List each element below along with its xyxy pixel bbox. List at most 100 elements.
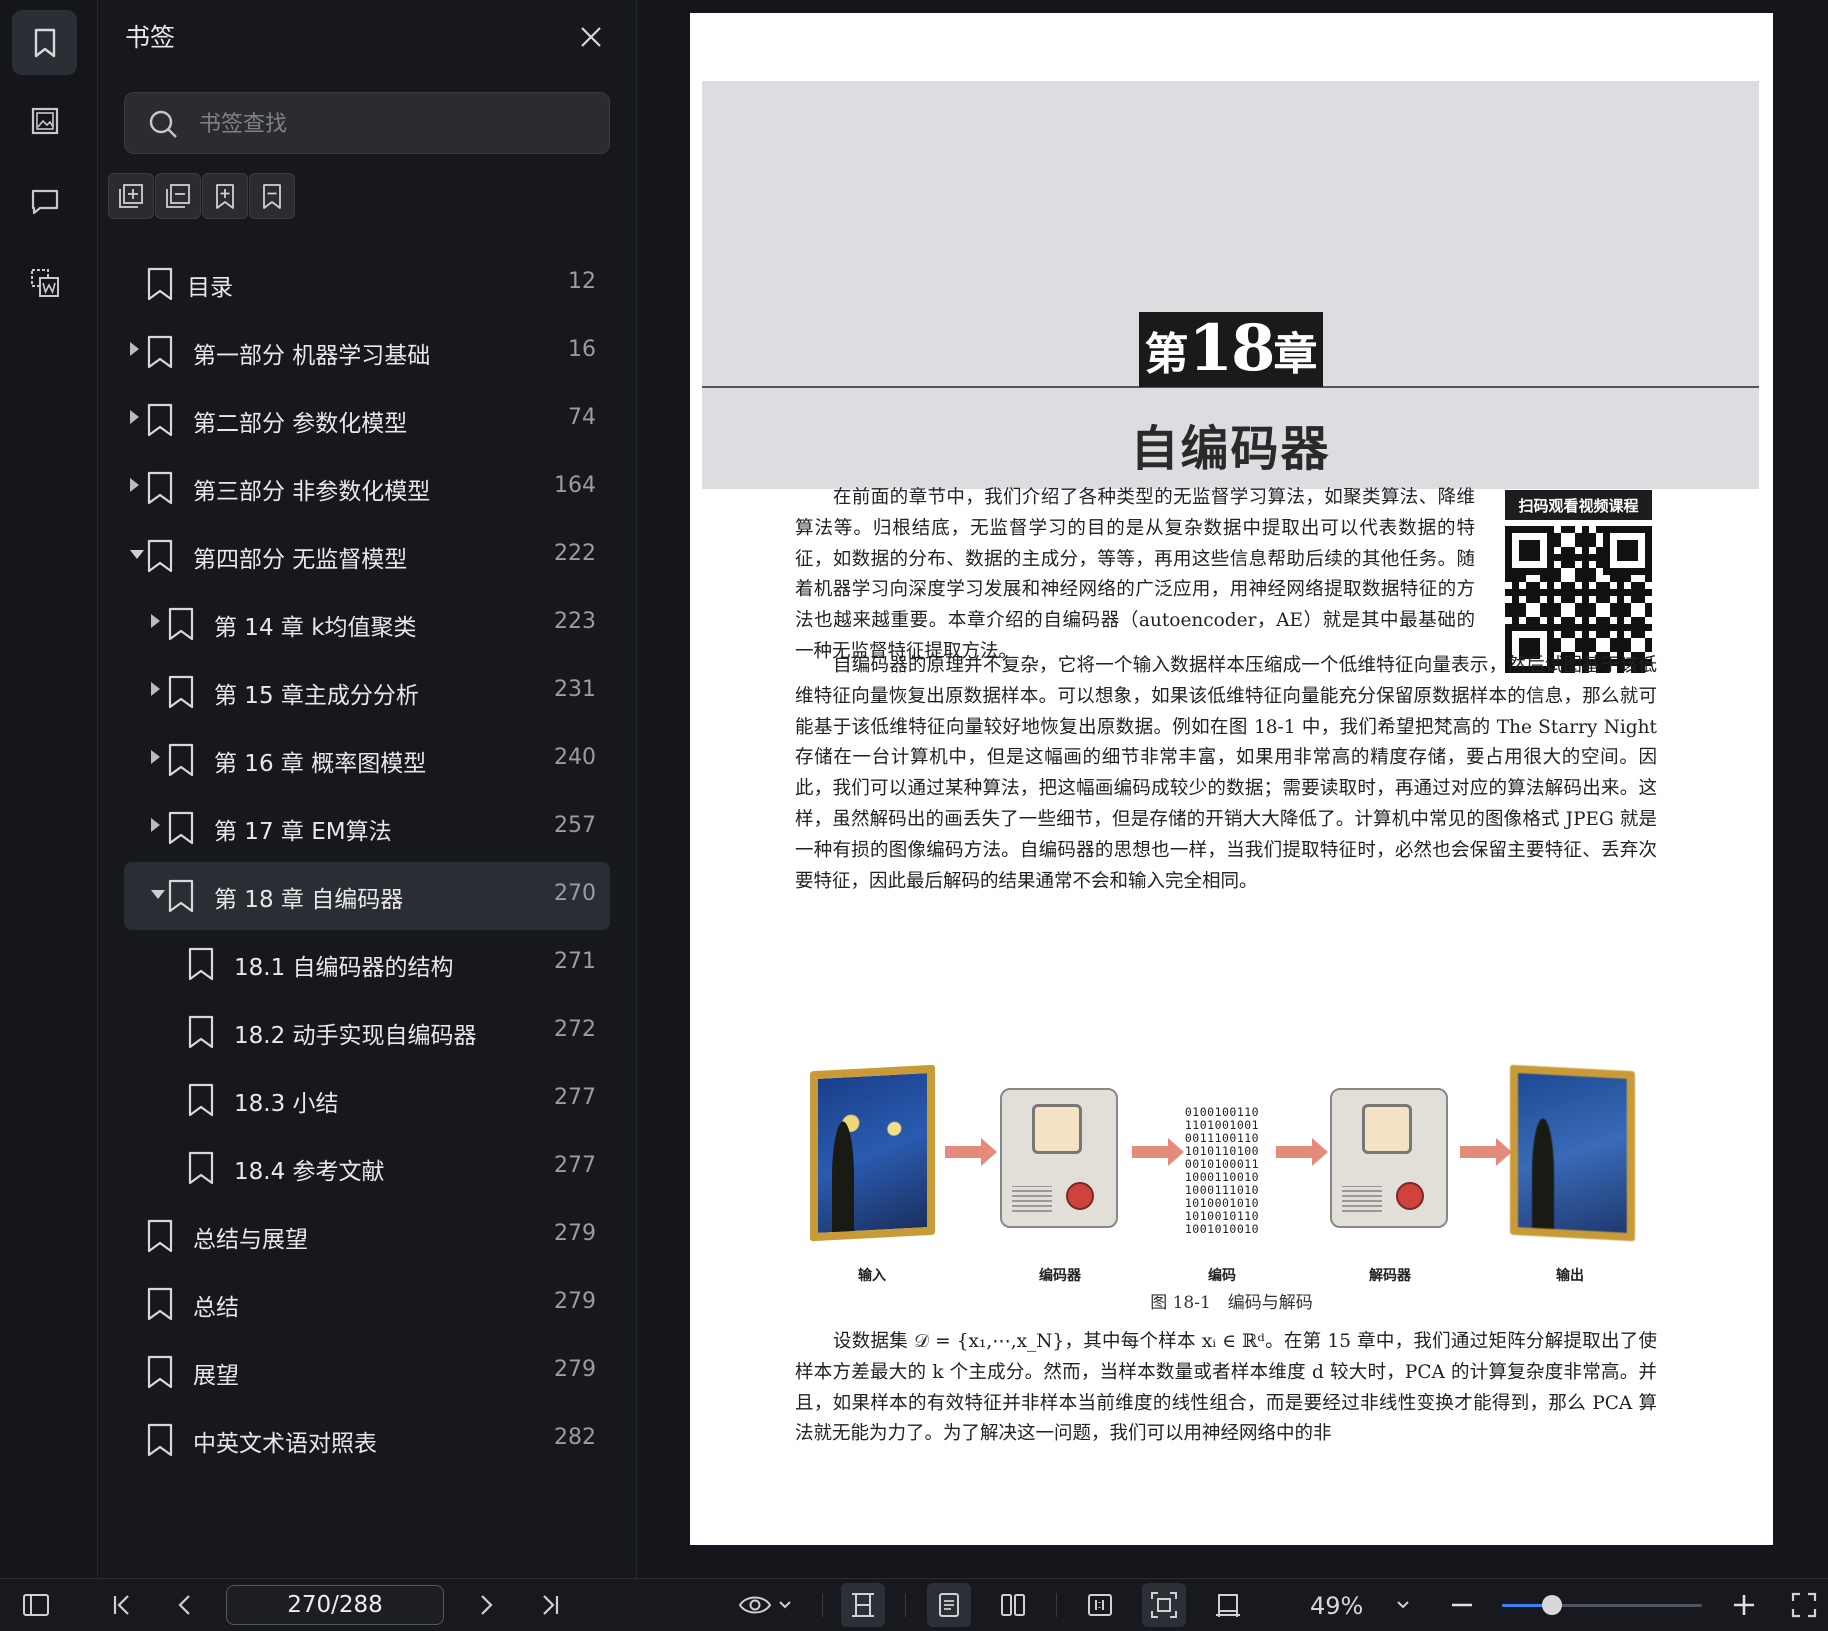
bookmark-panel-button[interactable] [12,10,77,75]
expand-all-button[interactable] [108,173,154,219]
bookmark-label: 第 17 章 EM算法 [214,819,392,845]
caret-down-icon[interactable] [151,890,165,899]
bookmark-label: 第 18 章 自编码器 [214,887,404,913]
bookmark-item[interactable]: 第一部分 机器学习基础 16 [124,318,610,386]
bookmark-page-number: 257 [554,813,596,838]
caret-right-icon[interactable] [130,478,139,492]
bookmark-item[interactable]: 第三部分 非参数化模型 164 [124,454,610,522]
caret-right-icon[interactable] [151,750,160,764]
first-page-icon [113,1595,129,1615]
bookmark-item[interactable]: 第 18 章 自编码器 270 [124,862,610,930]
bookmark-icon [168,743,194,777]
bookmark-label: 展望 [193,1363,239,1389]
bookmark-item[interactable]: 中英文术语对照表 282 [124,1406,610,1474]
chevron-down-icon [779,1601,791,1609]
bookmark-label: 18.2 动手实现自编码器 [234,1023,477,1049]
bookmark-page-number: 74 [568,405,596,430]
bookmark-icon [147,1355,173,1389]
zoom-slider-handle[interactable] [1542,1595,1562,1615]
toolbar-divider [905,1593,906,1617]
input-painting [810,1064,935,1242]
bookmark-item[interactable]: 18.2 动手实现自编码器 272 [124,998,610,1066]
bookmark-item[interactable]: 第 17 章 EM算法 257 [124,794,610,862]
thumbnail-panel-button[interactable] [12,88,77,153]
search-icon [149,110,177,138]
bookmark-icon [188,947,214,981]
add-bookmark-button[interactable] [202,173,248,219]
rotate-page-button[interactable] [1206,1583,1250,1627]
bookmark-page-number: 240 [554,745,596,770]
panel-title: 书签 [125,23,176,52]
bookmark-label: 18.4 参考文献 [234,1159,385,1185]
fit-width-icon [852,1593,874,1617]
bookmark-label: 第四部分 无监督模型 [193,547,408,573]
bookmark-search-input[interactable] [197,103,591,145]
bookmark-item[interactable]: 总结与展望 279 [124,1202,610,1270]
single-page-button[interactable] [927,1583,971,1627]
video-qr-block: 扫码观看视频课程 [1505,490,1652,673]
bookmark-label: 总结与展望 [193,1227,308,1253]
bookmark-item[interactable]: 第 16 章 概率图模型 240 [124,726,610,794]
caret-right-icon[interactable] [130,342,139,356]
zoom-out-button[interactable] [1440,1583,1484,1627]
two-page-button[interactable] [991,1583,1035,1627]
bookmark-label: 第二部分 参数化模型 [193,411,408,437]
bookmark-item[interactable]: 目录 12 [124,250,610,318]
actual-size-icon [1088,1594,1112,1616]
toggle-sidebar-button[interactable] [14,1583,58,1627]
close-panel-button[interactable] [574,20,608,54]
zoom-dropdown[interactable] [1386,1583,1420,1627]
comments-panel-button[interactable] [12,168,77,233]
bookmark-page-number: 222 [554,541,596,566]
zoom-in-button[interactable] [1722,1583,1766,1627]
caret-right-icon[interactable] [130,410,139,424]
bookmark-item[interactable]: 18.3 小结 277 [124,1066,610,1134]
last-page-button[interactable] [528,1583,572,1627]
next-page-button[interactable] [464,1583,508,1627]
previous-page-button[interactable] [163,1583,207,1627]
convert-word-button[interactable] [12,250,77,315]
bookmark-page-number: 270 [554,881,596,906]
eye-mode-dropdown[interactable] [730,1583,800,1627]
zoom-slider[interactable] [1502,1595,1702,1615]
bookmark-item[interactable]: 第四部分 无监督模型 222 [124,522,610,590]
word-convert-icon [30,268,59,297]
actual-size-button[interactable] [1078,1583,1122,1627]
bookmark-icon [147,1219,173,1253]
bookmark-icon [188,1151,214,1185]
first-page-button[interactable] [100,1583,144,1627]
bookmark-item[interactable]: 展望 279 [124,1338,610,1406]
caret-right-icon[interactable] [151,614,160,628]
fullscreen-button[interactable] [1786,1583,1822,1627]
bookmark-icon [147,267,173,301]
collapse-all-button[interactable] [155,173,201,219]
bookmark-page-number: 282 [554,1425,596,1450]
caret-down-icon[interactable] [130,550,144,559]
sidebar-icon [23,1594,49,1616]
page-number-input[interactable]: 270/288 [226,1585,444,1625]
single-page-icon [939,1593,959,1617]
bookmark-label: 第 16 章 概率图模型 [214,751,427,777]
bookmark-page-number: 12 [568,269,596,294]
caret-right-icon[interactable] [151,682,160,696]
output-painting [1510,1064,1635,1242]
zoom-level[interactable]: 49% [1310,1592,1363,1620]
bookmark-item[interactable]: 第 15 章主成分分析 231 [124,658,610,726]
bookmark-item[interactable]: 第二部分 参数化模型 74 [124,386,610,454]
bookmark-page-number: 271 [554,949,596,974]
bookmark-page-number: 231 [554,677,596,702]
remove-bookmark-button[interactable] [249,173,295,219]
document-viewport[interactable]: 第 18 章 自编码器 扫码观看视频课程 在前面的章节中，我们介绍了各种类型的无监督… [637,0,1828,1578]
fit-page-button[interactable] [1142,1583,1186,1627]
bookmark-item[interactable]: 18.4 参考文献 277 [124,1134,610,1202]
bookmark-icon [147,1423,173,1457]
bookmark-item[interactable]: 18.1 自编码器的结构 271 [124,930,610,998]
bookmark-item[interactable]: 第 14 章 k均值聚类 223 [124,590,610,658]
chapter-prefix: 第 [1144,329,1189,380]
bookmark-page-number: 223 [554,609,596,634]
arrow-2 [1132,1138,1184,1166]
bookmark-item[interactable]: 总结 279 [124,1270,610,1338]
fit-width-button[interactable] [841,1583,885,1627]
caret-right-icon[interactable] [151,818,160,832]
toolbar-divider [1056,1593,1057,1617]
